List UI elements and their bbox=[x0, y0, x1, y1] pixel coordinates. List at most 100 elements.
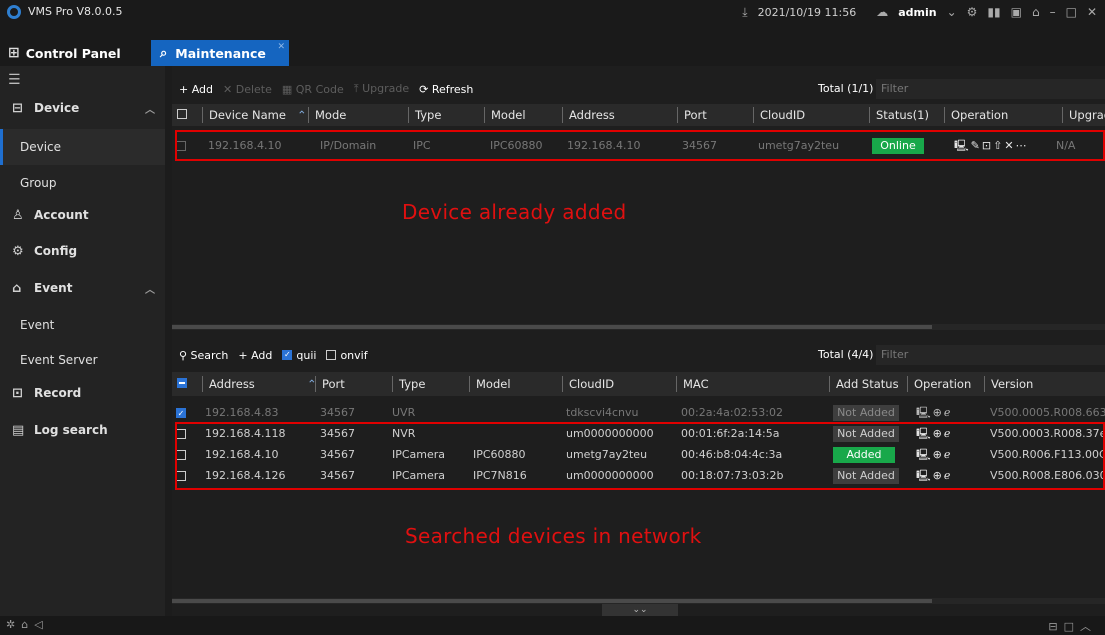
sidebar-item-event[interactable]: Event bbox=[0, 307, 165, 343]
col-address[interactable]: Address bbox=[562, 107, 615, 123]
maximize-icon[interactable]: □ bbox=[1066, 5, 1077, 19]
menu-collapse-icon[interactable]: ☰ bbox=[8, 72, 21, 88]
status-icons-right[interactable]: ⊟□︿ bbox=[1048, 618, 1097, 634]
sidebar-item-group[interactable]: Group bbox=[0, 165, 165, 201]
col-model[interactable]: Model bbox=[469, 376, 511, 392]
device-total: Total (1/1) bbox=[818, 82, 874, 95]
tab-close-icon[interactable]: ✕ bbox=[277, 42, 285, 52]
lock-icon[interactable]: ⌂ bbox=[1032, 5, 1040, 19]
annotation-device-added: Device already added bbox=[402, 200, 627, 224]
sidebar-item-account[interactable]: ♙ Account bbox=[0, 197, 165, 233]
maintenance-icon: ⌕ bbox=[160, 45, 168, 61]
tab-label: Maintenance bbox=[175, 45, 266, 61]
col-device-name[interactable]: Device Name bbox=[202, 107, 286, 123]
title-bar: VMS Pro V8.0.0.5 ⤓ 2021/10/19 11:56 ☁ ad… bbox=[0, 0, 1105, 40]
col-cloudid[interactable]: CloudID bbox=[753, 107, 805, 123]
search-filter-input[interactable]: Filter bbox=[876, 345, 1105, 365]
add-button[interactable]: + Add bbox=[179, 83, 213, 96]
download-icon[interactable]: ⤓ bbox=[742, 5, 747, 20]
col-port[interactable]: Port bbox=[315, 376, 345, 392]
col-cloudid[interactable]: CloudID bbox=[562, 376, 614, 392]
grid-icon: ⊞ bbox=[8, 45, 20, 61]
sidebar-item-label: Event bbox=[34, 281, 73, 295]
sidebar-item-event-server[interactable]: Event Server bbox=[0, 342, 165, 378]
device-icon: ⊟ bbox=[12, 100, 23, 116]
gear-icon: ⚙ bbox=[12, 243, 24, 259]
col-type[interactable]: Type bbox=[408, 107, 441, 123]
col-mode[interactable]: Mode bbox=[308, 107, 346, 123]
sidebar-item-log-search[interactable]: ▤ Log search bbox=[0, 412, 165, 448]
search-table-header: Address ⌃ Port Type Model CloudID MAC Ad… bbox=[172, 372, 1105, 396]
col-upgrade[interactable]: Upgrad bbox=[1062, 107, 1105, 123]
quii-toggle[interactable]: ✓ quii bbox=[282, 349, 316, 362]
cell-mac: 00:2a:4a:02:53:02 bbox=[681, 406, 783, 419]
main-panel: + Add ✕ Delete ▦ QR Code ⤒ Upgrade ⟳ Ref… bbox=[172, 66, 1105, 616]
col-mac[interactable]: MAC bbox=[676, 376, 709, 392]
cloud-icon[interactable]: ☁ bbox=[876, 5, 888, 19]
add-found-button[interactable]: + Add bbox=[238, 349, 272, 362]
sidebar-scrollbar[interactable] bbox=[165, 66, 172, 616]
user-name[interactable]: admin bbox=[898, 6, 936, 19]
gear-icon[interactable]: ⚙ bbox=[967, 5, 978, 19]
quii-checkbox[interactable]: ✓ bbox=[282, 350, 293, 360]
sidebar-item-device[interactable]: Device bbox=[0, 129, 165, 165]
close-icon[interactable]: ✕ bbox=[1087, 5, 1097, 19]
refresh-button[interactable]: ⟳ Refresh bbox=[419, 83, 473, 96]
sidebar-item-label: Record bbox=[34, 386, 82, 400]
top-horizontal-scrollbar[interactable] bbox=[172, 324, 1105, 330]
sidebar-item-device-group[interactable]: ⊟ Device ︿ bbox=[0, 90, 165, 126]
scrollbar-thumb[interactable] bbox=[172, 599, 932, 603]
cell-version: V500.0005.R008.6632.C bbox=[990, 406, 1105, 419]
status-icons-left[interactable]: ✲⌂◁ bbox=[6, 618, 49, 631]
control-panel-button[interactable]: ⊞ Control Panel bbox=[0, 40, 150, 66]
sidebar-item-record[interactable]: ⊡ Record bbox=[0, 375, 165, 411]
cell-type: UVR bbox=[392, 406, 416, 419]
qr-code-button[interactable]: ▦ QR Code bbox=[282, 83, 344, 96]
sidebar: ☰ ⊟ Device ︿ Device Group ♙ Account ⚙ Co… bbox=[0, 66, 165, 616]
record-icon: ⊡ bbox=[12, 385, 23, 401]
col-add-status[interactable]: Add Status bbox=[829, 376, 899, 392]
search-total: Total (4/4) bbox=[818, 348, 874, 361]
status-bar: ✲⌂◁ ⊟□︿ bbox=[0, 616, 1105, 635]
annotation-box-searched bbox=[175, 422, 1105, 490]
search-button[interactable]: ⚲ Search bbox=[179, 349, 228, 362]
col-model[interactable]: Model bbox=[484, 107, 526, 123]
log-icon: ▤ bbox=[12, 422, 25, 438]
sidebar-item-label: Group bbox=[20, 176, 57, 190]
tab-maintenance[interactable]: ⌕ Maintenance ✕ bbox=[151, 40, 289, 66]
sidebar-item-config[interactable]: ⚙ Config bbox=[0, 233, 165, 269]
row-checkbox[interactable]: ✓ bbox=[176, 408, 186, 418]
chevron-down-icon[interactable]: ⌄ bbox=[947, 5, 957, 19]
col-version[interactable]: Version bbox=[984, 376, 1033, 392]
chevron-up-icon: ︿ bbox=[145, 104, 155, 116]
select-all-checkbox[interactable] bbox=[177, 378, 187, 388]
operation-icons[interactable]: 🖳⊕ℯ bbox=[916, 406, 952, 420]
scrollbar-thumb[interactable] bbox=[172, 325, 932, 329]
col-operation[interactable]: Operation bbox=[907, 376, 971, 392]
minimize-icon[interactable]: – bbox=[1050, 5, 1056, 19]
onvif-toggle[interactable]: onvif bbox=[326, 349, 368, 362]
upgrade-button[interactable]: ⤒ Upgrade bbox=[354, 82, 409, 96]
delete-button[interactable]: ✕ Delete bbox=[223, 83, 272, 96]
sidebar-item-event-group[interactable]: ⌂ Event ︿ bbox=[0, 270, 165, 306]
col-port[interactable]: Port bbox=[677, 107, 707, 123]
app-logo-icon bbox=[7, 5, 21, 19]
cell-port: 34567 bbox=[320, 406, 355, 419]
device-filter-input[interactable]: Filter bbox=[876, 79, 1105, 99]
screen-icon[interactable]: ▣ bbox=[1011, 5, 1022, 19]
expand-panel-button[interactable]: ⌄⌄ bbox=[602, 604, 678, 616]
col-address[interactable]: Address bbox=[202, 376, 255, 392]
onvif-checkbox[interactable] bbox=[326, 350, 337, 360]
stats-icon[interactable]: ▮▮ bbox=[987, 5, 1000, 19]
control-panel-label: Control Panel bbox=[25, 45, 121, 61]
sidebar-item-label: Device bbox=[20, 140, 62, 154]
col-operation[interactable]: Operation bbox=[944, 107, 1008, 123]
status-badge: Not Added bbox=[833, 405, 899, 421]
col-status[interactable]: Status(1) bbox=[869, 107, 929, 123]
sort-icon[interactable]: ⌃ bbox=[291, 107, 307, 123]
select-all-checkbox[interactable] bbox=[177, 109, 187, 119]
sidebar-item-label: Device bbox=[34, 101, 80, 115]
col-type[interactable]: Type bbox=[392, 376, 425, 392]
sidebar-item-label: Config bbox=[34, 244, 78, 258]
table-row[interactable]: ✓ 192.168.4.83 34567 UVR tdkscvi4cnvu 00… bbox=[172, 403, 1105, 423]
